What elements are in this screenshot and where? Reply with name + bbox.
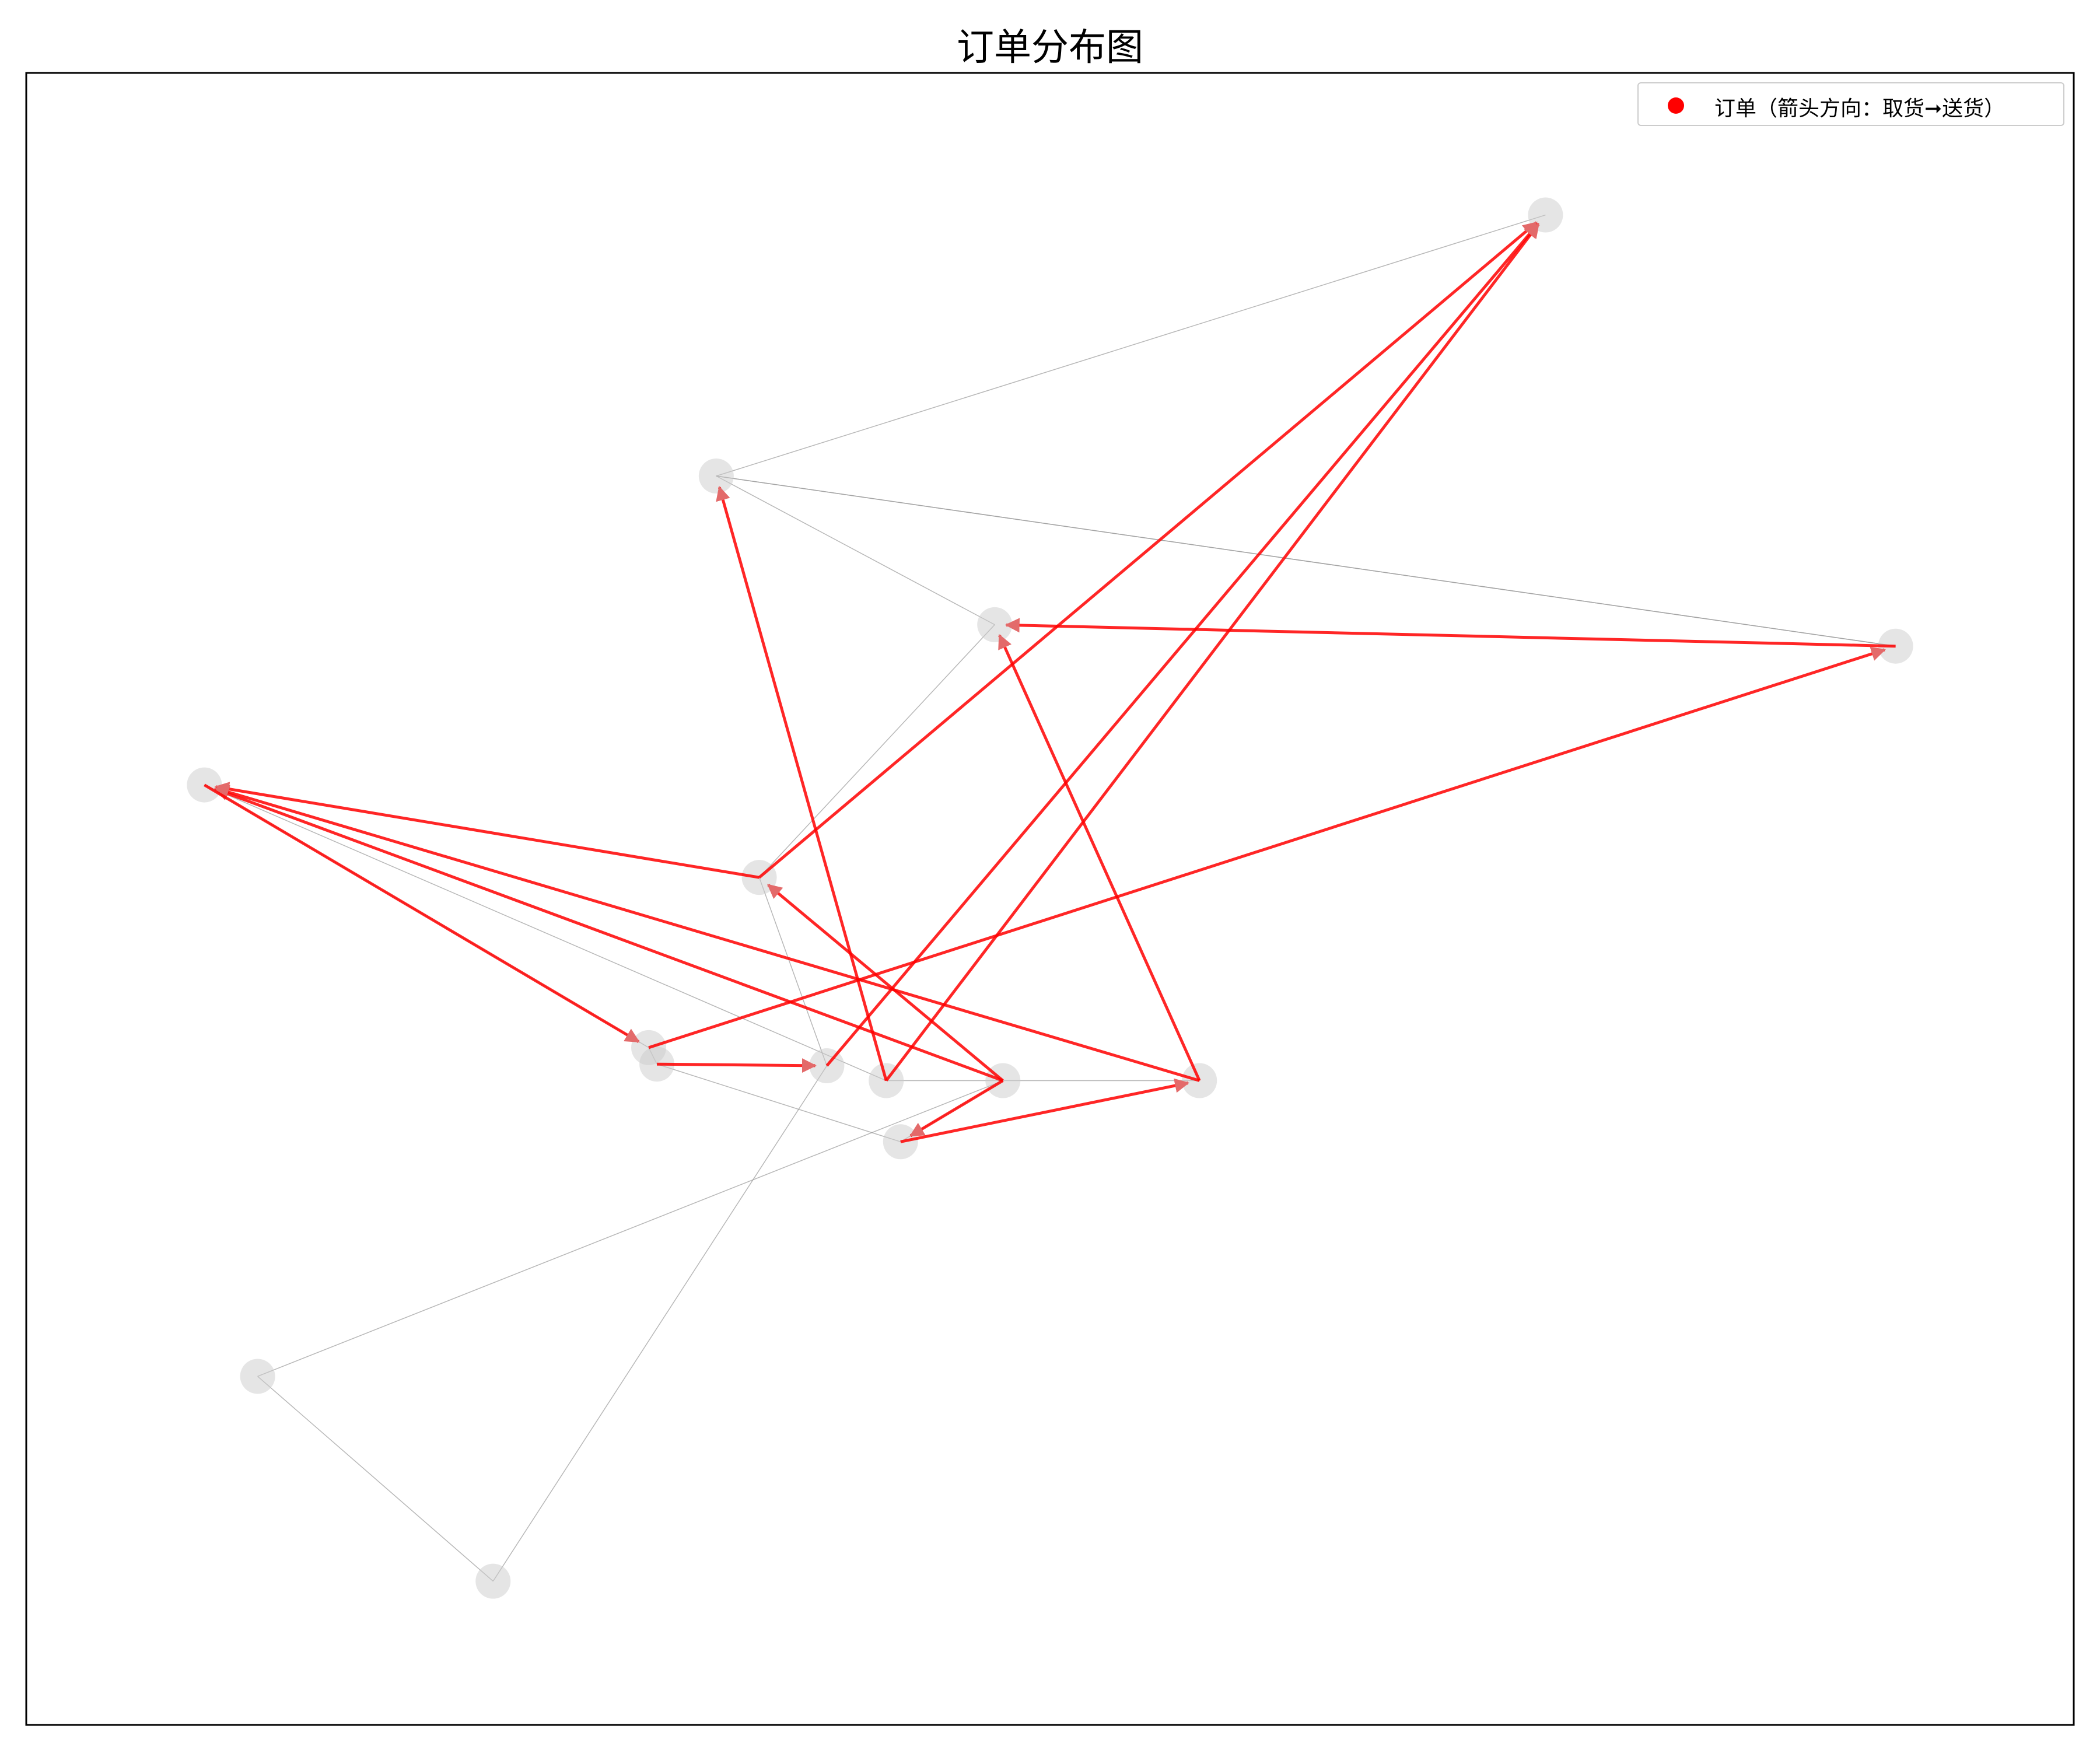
location-point <box>698 459 734 494</box>
scatter-plot <box>25 72 2075 1726</box>
legend-label: 订单（箭头方向：取货➞送货） <box>1714 97 2006 121</box>
legend: 订单（箭头方向：取货➞送货） <box>1637 82 2064 126</box>
location-point <box>475 1563 511 1599</box>
order-arrow <box>657 1058 817 1073</box>
legend-marker <box>1668 97 1684 114</box>
location-point <box>240 1359 275 1394</box>
plot-frame <box>25 72 2075 1726</box>
